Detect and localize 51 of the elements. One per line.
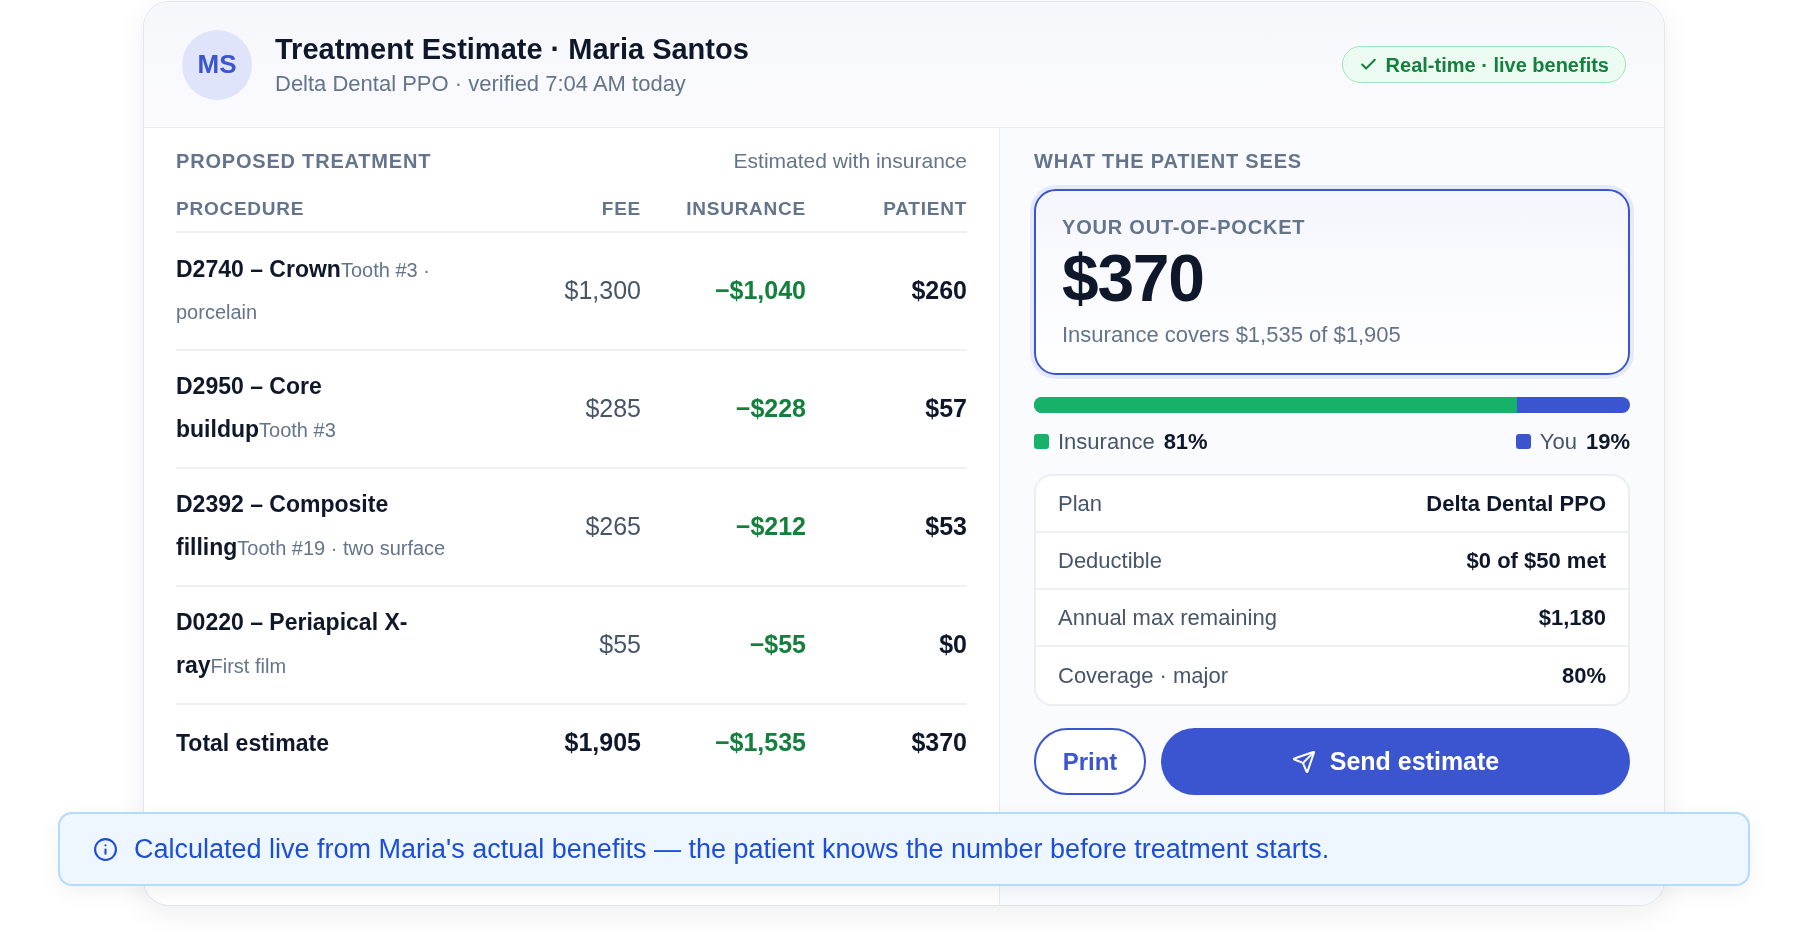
total-patient: $370: [911, 727, 967, 759]
insurance-cell-text: −$55: [749, 629, 806, 661]
fee-cell-text: $265: [585, 511, 641, 543]
live-benefits-label: Real-time · live benefits: [1385, 52, 1609, 78]
patient-cell-text: $53: [925, 511, 967, 543]
avatar: MS: [182, 29, 252, 100]
procedure-cell-text: D0220 – Periapical X-rayFirst film: [176, 608, 409, 680]
fee-cell-text: $1,300: [564, 275, 641, 307]
column-header: PROCEDURE: [176, 198, 305, 220]
benefit-label: Annual max remaining: [1058, 604, 1277, 632]
procedure-cell-text: D2950 – Core buildupTooth #3: [176, 372, 337, 444]
insurance-cell-text: −$228: [735, 393, 806, 425]
legend-label: You: [1539, 427, 1577, 456]
patient-cell-text: $0: [939, 629, 967, 661]
legend-value: 81%: [1163, 427, 1208, 456]
legend-value: 19%: [1585, 427, 1630, 456]
benefit-label: Deductible: [1058, 547, 1162, 575]
benefit-value: 80%: [1561, 662, 1606, 690]
estimate-title: Treatment Estimate · Maria Santos: [275, 31, 749, 66]
procedure-cell-text: D2392 – Composite fillingTooth #19 · two surface: [176, 490, 447, 562]
patient-cell-text: $260: [911, 275, 967, 307]
benefit-label: Coverage · major: [1058, 662, 1228, 690]
print-button[interactable]: Print: [1034, 728, 1146, 795]
info-icon: [93, 836, 118, 862]
banner-message: Calculated live from Maria's actual benefits — the patient knows the number before treatment starts.: [134, 832, 1330, 866]
insurance-cell-text: −$212: [735, 511, 806, 543]
fee-cell-text: $285: [585, 393, 641, 425]
out-of-pocket-amount: $370: [1062, 245, 1205, 311]
send-icon: [1291, 749, 1316, 774]
legend-label: Insurance: [1058, 427, 1155, 456]
procedure-cell-text: D2740 – CrownTooth #3 · porcelain: [176, 254, 431, 325]
fee-cell-text: $55: [599, 629, 641, 661]
section-heading: WHAT THE PATIENT SEES: [1034, 149, 1302, 174]
column-header: PATIENT: [883, 198, 967, 220]
total-label: Total estimate: [176, 728, 329, 758]
patient-cell-text: $57: [925, 393, 967, 425]
total-fee: $1,905: [564, 727, 641, 759]
benefit-value: $1,180: [1538, 604, 1606, 632]
benefit-value: Delta Dental PPO: [1426, 490, 1606, 518]
estimate-subtitle: Delta Dental PPO · verified 7:04 AM today: [275, 69, 687, 98]
benefit-label: Plan: [1058, 490, 1103, 518]
column-header: FEE: [601, 198, 641, 220]
out-of-pocket-label: YOUR OUT-OF-POCKET: [1062, 215, 1307, 239]
section-heading: PROPOSED TREATMENT: [176, 149, 432, 174]
send-estimate-button[interactable]: Send estimate: [1161, 728, 1630, 795]
benefit-value: $0 of $50 met: [1466, 547, 1606, 575]
total-insurance: −$1,535: [714, 727, 806, 759]
coverage-caption: Insurance covers $1,535 of $1,905: [1062, 321, 1402, 349]
estimate-note: Estimated with insurance: [733, 148, 967, 175]
column-header: INSURANCE: [686, 198, 806, 220]
insurance-cell-text: −$1,040: [714, 275, 806, 307]
